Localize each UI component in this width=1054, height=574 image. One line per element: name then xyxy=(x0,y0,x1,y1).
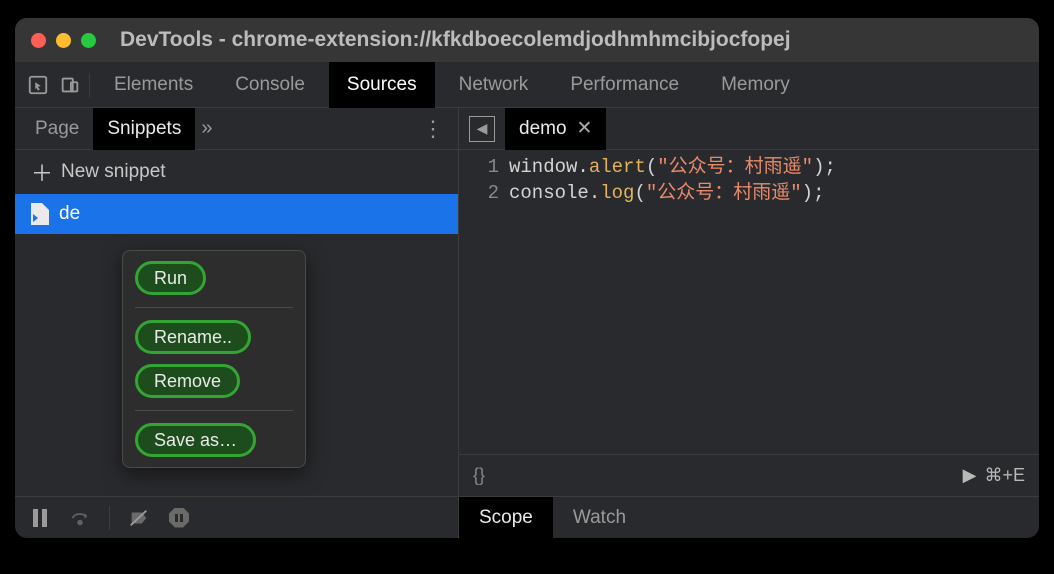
debugger-bar xyxy=(15,497,459,538)
nav-tab-page[interactable]: Page xyxy=(21,108,93,150)
editor-tab-label: demo xyxy=(519,118,567,140)
ctx-remove[interactable]: Remove xyxy=(135,364,240,398)
code-content: window.alert("公众号：村雨遥"); console.log("公众… xyxy=(509,154,1039,454)
minimize-window-button[interactable] xyxy=(56,33,71,48)
lower-row: Scope Watch xyxy=(15,496,1039,538)
tab-performance[interactable]: Performance xyxy=(552,62,697,108)
window-title: DevTools - chrome-extension://kfkdboecol… xyxy=(120,28,791,52)
snippet-file-icon xyxy=(31,203,49,225)
close-window-button[interactable] xyxy=(31,33,46,48)
editor-pane: ◀ demo ✕ 1 2 window.alert("公众号：村雨遥"); co… xyxy=(459,108,1039,496)
inspect-element-icon[interactable] xyxy=(25,72,51,98)
code-line: console.log("公众号：村雨遥"); xyxy=(509,180,1039,206)
ctx-rename[interactable]: Rename.. xyxy=(135,320,251,354)
snippet-list: de xyxy=(15,194,458,234)
close-tab-icon[interactable]: ✕ xyxy=(577,117,593,140)
editor-tabs: ◀ demo ✕ xyxy=(459,108,1039,150)
run-icon[interactable]: ▶ xyxy=(963,465,977,486)
snippet-name: de xyxy=(59,203,80,225)
run-controls: ▶ ⌘+E xyxy=(963,465,1025,486)
main-tabs: Elements Console Sources Network Perform… xyxy=(15,62,1039,108)
run-shortcut: ⌘+E xyxy=(984,465,1025,486)
new-snippet-button[interactable]: ＋ New snippet xyxy=(15,150,458,194)
tab-console[interactable]: Console xyxy=(217,62,323,108)
pause-on-exceptions-icon[interactable] xyxy=(168,507,190,529)
tab-network[interactable]: Network xyxy=(441,62,547,108)
ctx-run[interactable]: Run xyxy=(135,261,206,295)
maximize-window-button[interactable] xyxy=(81,33,96,48)
plus-icon: ＋ xyxy=(31,156,53,188)
divider xyxy=(109,506,110,530)
divider xyxy=(89,73,90,97)
code-line: window.alert("公众号：村雨遥"); xyxy=(509,154,1039,180)
scope-tab-scope[interactable]: Scope xyxy=(459,497,553,539)
snippet-item-demo[interactable]: de xyxy=(15,194,458,234)
step-over-icon[interactable] xyxy=(69,507,91,529)
pause-icon[interactable] xyxy=(29,507,51,529)
nav-tab-snippets[interactable]: Snippets xyxy=(93,108,195,150)
ctx-separator xyxy=(135,410,293,411)
devtools-window: DevTools - chrome-extension://kfkdboecol… xyxy=(15,18,1039,538)
pretty-print-icon[interactable]: {} xyxy=(473,465,485,486)
device-toolbar-icon[interactable] xyxy=(57,72,83,98)
tab-sources[interactable]: Sources xyxy=(329,62,435,108)
line-gutter: 1 2 xyxy=(459,154,509,454)
line-number: 2 xyxy=(459,180,499,206)
nav-tab-more[interactable]: » xyxy=(201,117,212,140)
hide-navigator-icon[interactable]: ◀ xyxy=(469,116,495,142)
tab-elements[interactable]: Elements xyxy=(96,62,211,108)
scope-tab-watch[interactable]: Watch xyxy=(553,497,646,539)
editor-tab-demo[interactable]: demo ✕ xyxy=(505,108,606,150)
deactivate-breakpoints-icon[interactable] xyxy=(128,507,150,529)
context-menu: Run Rename.. Remove Save as… xyxy=(122,250,306,468)
navigator-tabs: Page Snippets » ⋮ xyxy=(15,108,458,150)
ctx-separator xyxy=(135,307,293,308)
tab-memory[interactable]: Memory xyxy=(703,62,808,108)
titlebar: DevTools - chrome-extension://kfkdboecol… xyxy=(15,18,1039,62)
editor-footer: {} ▶ ⌘+E xyxy=(459,454,1039,496)
new-snippet-label: New snippet xyxy=(61,161,166,183)
nav-more-options-icon[interactable]: ⋮ xyxy=(422,116,444,142)
code-editor[interactable]: 1 2 window.alert("公众号：村雨遥"); console.log… xyxy=(459,150,1039,454)
scope-tabs: Scope Watch xyxy=(459,497,1039,538)
traffic-lights xyxy=(31,33,96,48)
line-number: 1 xyxy=(459,154,499,180)
ctx-save-as[interactable]: Save as… xyxy=(135,423,256,457)
